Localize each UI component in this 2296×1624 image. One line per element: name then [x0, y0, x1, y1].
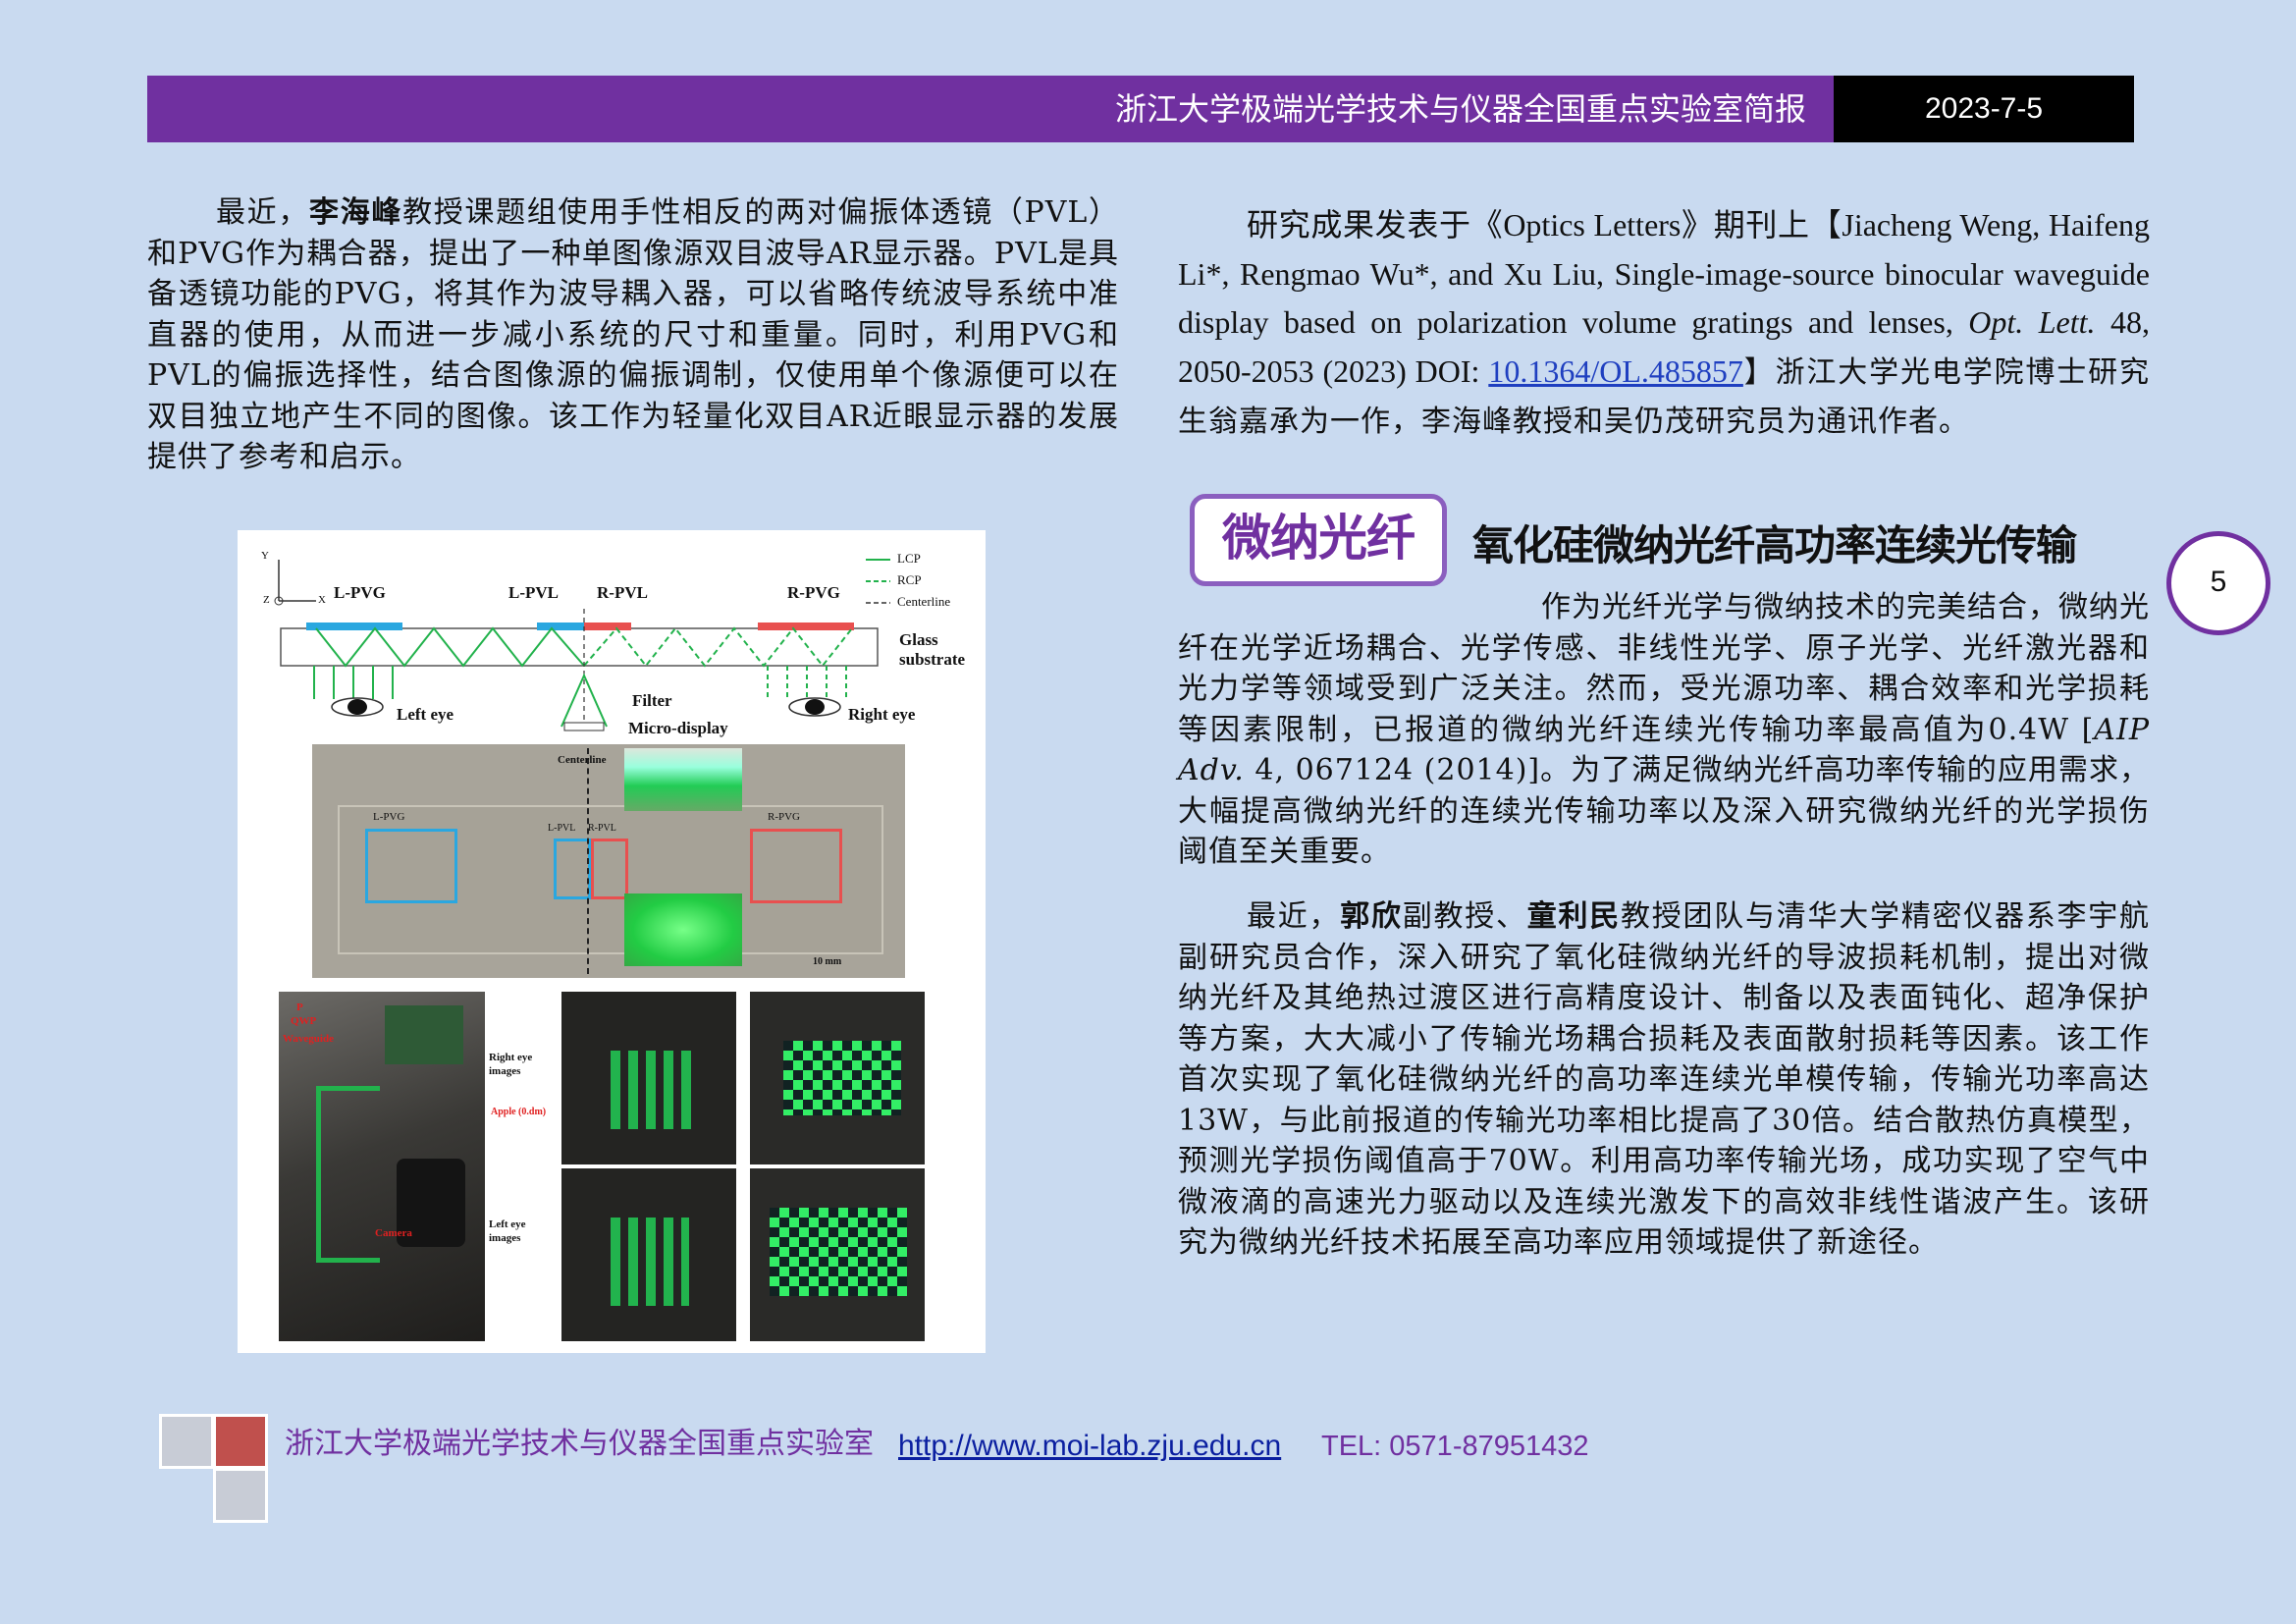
inset-image-top [624, 748, 742, 811]
micro-display-label: Micro-display [628, 719, 728, 737]
researcher-name-2: 童利民 [1526, 899, 1621, 934]
section-badge-label: 微纳光纤 [1222, 510, 1415, 567]
left-eye-images-label: Left eye images [489, 1218, 526, 1244]
l-pvl-label: L-PVL [508, 583, 559, 602]
p-label: P [296, 1001, 303, 1013]
waveguide-label: Waveguide [283, 1033, 334, 1045]
photo-l-pvl-label: L-PVL [548, 823, 576, 834]
fiber-intro-paragraph: 作为光纤光学与微纳技术的完美结合，微纳光纤在光学近场耦合、光学传感、非线性光学、… [1178, 587, 2150, 873]
section-title: 氧化硅微纳光纤高功率连续光传输 [1472, 521, 2077, 569]
paragraph-intro: 最近， [216, 195, 310, 230]
r-pvl-grating [584, 623, 631, 630]
fiber-intro-text-b: 4, 067124 (2014)]。为了满足微纳光纤高功率传输的应用需求，大幅提… [1178, 753, 2150, 869]
apple-label: Apple (0.dm) [491, 1107, 547, 1117]
newsletter-title: 浙江大学极端光学技术与仪器全国重点实验室简报 [1114, 90, 1806, 128]
inset-image-bottom [624, 893, 742, 966]
axis-x-label: X [318, 594, 326, 606]
researcher-name: 李海峰 [309, 195, 403, 230]
right-eye-image-2 [750, 992, 925, 1164]
fiber-result-intro: 最近， [1247, 899, 1341, 934]
footer-telephone: TEL: 0571-87951432 [1321, 1431, 1589, 1462]
footer-square-grey-1 [159, 1414, 214, 1469]
glass-label: Glass [899, 630, 938, 649]
fiber-result-paragraph: 最近，郭欣副教授、童利民教授团队与清华大学精密仪器系李宇航副研究员合作，深入研究… [1178, 896, 2150, 1264]
photo-r-pvl-label: R-PVL [588, 823, 616, 834]
right-pupil [805, 699, 825, 715]
axis-z-label: Z [263, 594, 270, 606]
publication-paragraph: 研究成果发表于《Optics Letters》期刊上【Jiacheng Weng… [1178, 201, 2150, 447]
l-pvg-grating [306, 623, 402, 630]
setup-board [385, 1005, 463, 1064]
legend-lcp-label: LCP [897, 551, 921, 566]
researcher-name-1: 郭欣 [1340, 899, 1403, 934]
photo-l-pvl-box [554, 839, 591, 899]
left-output-rays [313, 666, 394, 699]
substrate-label: substrate [899, 650, 966, 669]
right-eye-images-label: Right eye images [489, 1052, 533, 1077]
axis-y-label: Y [261, 550, 269, 562]
legend-centerline-label: Centerline [897, 594, 951, 609]
paragraph-text: 教授课题组使用手性相反的两对偏振体透镜（PVL）和PVG作为耦合器，提出了一种单… [147, 195, 1120, 474]
photo-r-pvg-box [750, 829, 842, 903]
footer-square-red [213, 1414, 268, 1469]
photo-r-pvg-label: R-PVG [768, 811, 801, 823]
r-pvl-label: R-PVL [597, 583, 648, 602]
photo-centerline [587, 748, 589, 974]
fiber-intro-text-a: 作为光纤光学与微纳技术的完美结合，微纳光纤在光学近场耦合、光学传感、非线性光学、… [1178, 590, 2150, 747]
setup-photo: P QWP Waveguide Camera [279, 992, 485, 1341]
l-pvl-grating [537, 623, 584, 630]
right-eye-image-1 [561, 992, 736, 1164]
left-pupil [347, 699, 367, 715]
photo-l-pvg-box [365, 829, 457, 903]
r-pvg-grating [758, 623, 854, 630]
qwp-label: QWP [291, 1015, 317, 1027]
doi-link[interactable]: 10.1364/OL.485857 [1488, 353, 1743, 389]
newsletter-date: 2023-7-5 [1924, 92, 2044, 125]
left-eye-image-1 [561, 1168, 736, 1341]
page-number: 5 [2210, 566, 2227, 598]
waveguide-photo: Centerline L-PVG L-PVL R-PVL R-PVG 10 mm [312, 744, 905, 978]
photo-r-pvl-box [591, 839, 628, 899]
ar-display-paragraph: 最近，李海峰教授课题组使用手性相反的两对偏振体透镜（PVL）和PVG作为耦合器，… [147, 192, 1119, 478]
photo-centerline-label: Centerline [558, 754, 607, 766]
l-pvg-label: L-PVG [334, 583, 386, 602]
micro-display-block [563, 722, 605, 731]
left-eye-label: Left eye [397, 705, 454, 724]
footer-lab-name: 浙江大学极端光学技术与仪器全国重点实验室 [285, 1427, 874, 1461]
footer-website-link[interactable]: http://www.moi-lab.zju.edu.cn [898, 1425, 1281, 1468]
fiber-result-mid: 副教授、 [1402, 899, 1527, 934]
experiment-panel: P QWP Waveguide Camera Right eye images … [277, 992, 964, 1345]
photo-l-pvg-label: L-PVG [373, 811, 405, 823]
camera-label: Camera [375, 1227, 412, 1239]
setup-green-path [316, 1086, 380, 1263]
filter-label: Filter [632, 691, 672, 710]
journal-name: Opt. Lett. [1968, 304, 2096, 340]
right-eye-label: Right eye [848, 705, 916, 724]
waveguide-figure: Y Z X L-PVG L-PVL R-PVL R-PVG LCP RCP Ce… [238, 530, 986, 1353]
scale-label: 10 mm [813, 956, 842, 967]
r-pvg-label: R-PVG [787, 583, 840, 602]
footer-square-grey-2 [213, 1468, 268, 1523]
right-output-rays [767, 666, 847, 699]
left-eye-image-2 [750, 1168, 925, 1341]
fiber-result-text: 教授团队与清华大学精密仪器系李宇航副研究员合作，深入研究了氧化硅微纳光纤的导波损… [1178, 899, 2150, 1260]
legend-rcp-label: RCP [897, 572, 922, 587]
